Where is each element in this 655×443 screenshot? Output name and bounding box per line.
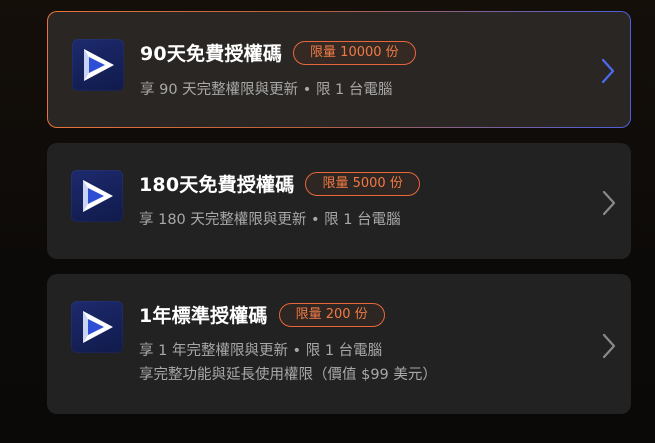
chevron-right-icon[interactable]: [600, 58, 616, 84]
limit-badge: 限量 5000 份: [305, 171, 420, 196]
chevron-right-icon[interactable]: [601, 333, 617, 359]
plan-card-180-days[interactable]: 180天免費授權碼 限量 5000 份 享 180 天完整權限與更新 • 限 1…: [47, 143, 631, 259]
plan-title-row: 90天免費授權碼 限量 10000 份: [140, 39, 416, 66]
chevron-right-icon[interactable]: [601, 190, 617, 216]
limit-badge: 限量 200 份: [278, 302, 385, 327]
plan-title-row: 1年標準授權碼 限量 200 份: [139, 301, 385, 328]
app-play-logo-icon: [72, 39, 124, 91]
plan-title: 90天免費授權碼: [140, 43, 283, 65]
app-play-logo-icon: [71, 301, 123, 353]
plan-card-90-days[interactable]: 90天免費授權碼 限量 10000 份 享 90 天完整權限與更新 • 限 1 …: [47, 11, 631, 128]
plan-description: 享 1 年完整權限與更新 • 限 1 台電腦: [139, 343, 383, 359]
plan-title-row: 180天免費授權碼 限量 5000 份: [139, 170, 420, 197]
limit-badge: 限量 10000 份: [293, 40, 416, 65]
app-play-logo-icon: [71, 170, 123, 222]
plan-description: 享 90 天完整權限與更新 • 限 1 台電腦: [140, 82, 393, 98]
plan-description-extra: 享完整功能與延長使用權限（價值 $99 美元）: [139, 367, 437, 383]
plan-description: 享 180 天完整權限與更新 • 限 1 台電腦: [139, 212, 401, 228]
plan-title: 180天免費授權碼: [139, 174, 295, 196]
plan-card-1-year[interactable]: 1年標準授權碼 限量 200 份 享 1 年完整權限與更新 • 限 1 台電腦 …: [47, 274, 631, 414]
plan-title: 1年標準授權碼: [139, 305, 268, 327]
